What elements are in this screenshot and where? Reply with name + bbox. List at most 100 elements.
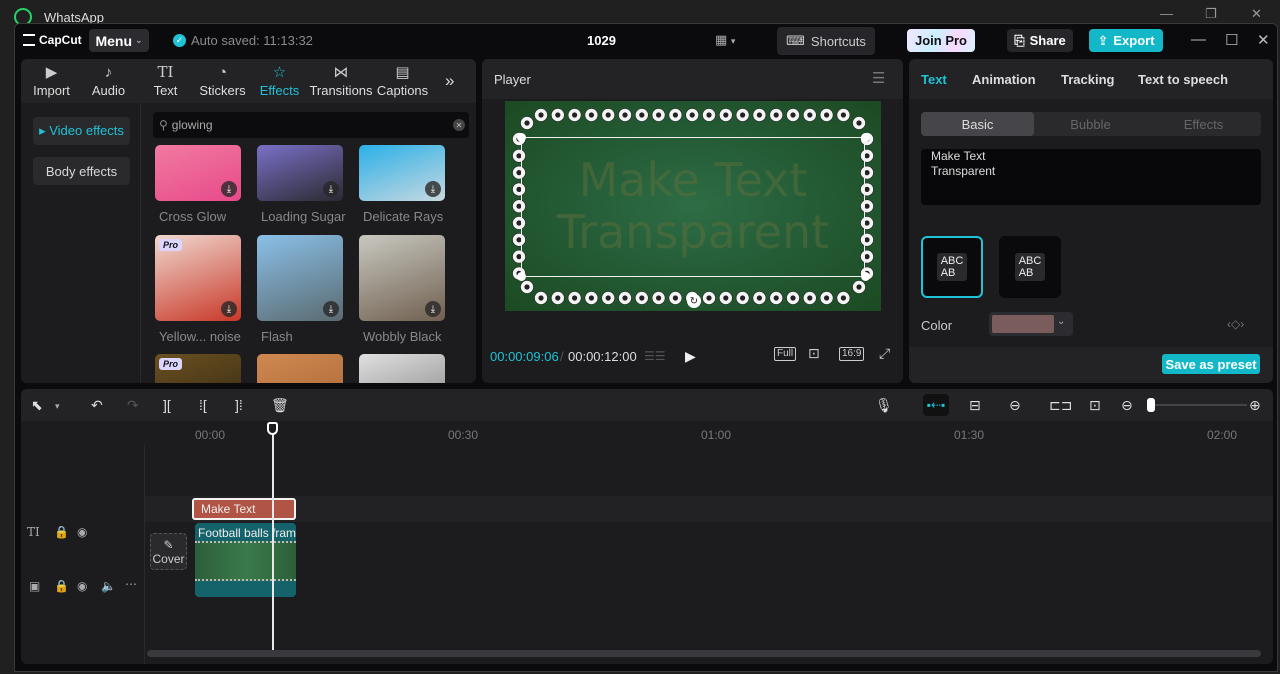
zoom-out-icon[interactable]: ⊖: [1121, 397, 1133, 414]
effect-thumbnail[interactable]: Pro ⤓: [155, 235, 241, 321]
waveform-icon[interactable]: ☰☰: [644, 349, 666, 363]
preview-canvas[interactable]: Make Text Transparent ↻: [505, 101, 881, 311]
split-view-icon[interactable]: ⊏⊐: [1049, 397, 1072, 414]
download-icon[interactable]: ⤓: [323, 181, 339, 197]
undo-icon[interactable]: ↶: [91, 397, 103, 414]
subtab-bubble[interactable]: Bubble: [1034, 112, 1147, 136]
timeline-scrollbar[interactable]: [147, 650, 1261, 657]
color-picker[interactable]: ⌄: [989, 312, 1073, 336]
zoom-slider-handle[interactable]: [1147, 398, 1155, 412]
resize-handle-br[interactable]: [861, 272, 870, 281]
os-minimize-icon[interactable]: —: [1160, 6, 1173, 21]
volume-icon[interactable]: 🔈: [101, 579, 116, 593]
redo-icon[interactable]: ↷: [127, 397, 139, 414]
subtab-effects[interactable]: Effects: [1147, 112, 1260, 136]
subtab-basic[interactable]: Basic: [921, 112, 1034, 136]
timeline-ruler[interactable]: 00:00 00:30 01:00 01:30 02:00: [21, 421, 1273, 445]
maximize-icon[interactable]: ☐: [1225, 31, 1238, 49]
resize-handle-tr[interactable]: [861, 133, 870, 142]
effect-thumbnail[interactable]: Pro: [155, 354, 241, 383]
tab-text[interactable]: Text: [921, 72, 947, 87]
text-style-card-2[interactable]: ABC AB: [999, 236, 1061, 298]
chevron-down-icon[interactable]: ▾: [55, 401, 60, 412]
capcut-logo-icon: [23, 34, 35, 46]
rotate-icon[interactable]: ↻: [687, 294, 701, 308]
more-options-icon[interactable]: ⋯: [125, 577, 137, 591]
app-name: CapCut: [39, 33, 82, 47]
fullscreen-icon[interactable]: ⤢: [879, 345, 890, 362]
lock-icon[interactable]: 🔒: [54, 525, 69, 539]
close-icon[interactable]: ✕: [1257, 31, 1270, 49]
save-as-preset-button[interactable]: Save as preset: [1162, 354, 1260, 374]
football-icon: [618, 108, 632, 122]
effect-thumbnail[interactable]: ⤓: [257, 235, 343, 321]
zoom-in-icon[interactable]: ⊕: [1249, 397, 1261, 414]
football-icon: [735, 108, 750, 122]
split-left-icon[interactable]: ⁞[: [199, 397, 207, 413]
effect-thumbnail[interactable]: [359, 354, 445, 383]
project-name[interactable]: 1029: [587, 33, 616, 48]
zoom-slider-track[interactable]: [1151, 404, 1247, 406]
shortcuts-button[interactable]: ⌨ Shortcuts: [777, 27, 875, 55]
magnet-snap-icon[interactable]: ▪⇠▪: [923, 394, 949, 416]
join-pro-button[interactable]: Join Pro: [907, 29, 975, 52]
media-panel: ▶ Import ♪ Audio TI Text ◔ Stickers ☆ Effects…: [21, 59, 476, 383]
tab-animation[interactable]: Animation: [972, 72, 1036, 87]
menu-button[interactable]: Menu ⌄: [89, 29, 149, 52]
download-icon[interactable]: ⤓: [221, 301, 237, 317]
effect-thumbnail[interactable]: ⤓: [359, 235, 445, 321]
resize-handle-bl[interactable]: [517, 272, 526, 281]
lock-icon[interactable]: 🔒: [54, 579, 69, 593]
cover-button[interactable]: ✎ Cover: [150, 533, 187, 570]
split-icon[interactable]: ][: [163, 397, 171, 413]
tab-text-to-speech[interactable]: Text to speech: [1138, 72, 1228, 87]
text-content-input[interactable]: Make Text Transparent: [921, 149, 1261, 205]
export-button[interactable]: ⇪ Export: [1089, 29, 1163, 52]
zoom-fit-icon[interactable]: ⊡: [808, 345, 820, 362]
download-icon[interactable]: ⤓: [323, 301, 339, 317]
download-icon[interactable]: ⤓: [221, 181, 237, 197]
video-clip[interactable]: Football balls frame: [195, 523, 296, 597]
os-restore-icon[interactable]: ❐: [1205, 6, 1217, 22]
minimize-icon[interactable]: —: [1191, 31, 1206, 48]
delete-icon[interactable]: 🗑: [271, 397, 289, 414]
text-clip[interactable]: Make Text: [192, 498, 296, 520]
share-button[interactable]: ⎘ Share: [1007, 29, 1073, 52]
effect-thumbnail[interactable]: ⤓: [359, 145, 445, 201]
microphone-icon[interactable]: 🎙: [875, 397, 893, 414]
link-icon[interactable]: ⊖: [1009, 397, 1021, 414]
keyframe-icon[interactable]: ‹◇›: [1227, 317, 1244, 331]
os-close-icon[interactable]: ✕: [1251, 6, 1262, 22]
tab-tracking[interactable]: Tracking: [1061, 72, 1114, 87]
resize-handle-tl[interactable]: [517, 133, 526, 142]
football-icon: [668, 291, 683, 305]
select-tool-icon[interactable]: ⬉: [31, 397, 43, 414]
eye-icon[interactable]: ◉: [77, 579, 87, 593]
time-separator: /: [560, 349, 564, 364]
football-icon: [584, 291, 599, 305]
linkage-icon[interactable]: ⊟: [969, 397, 981, 414]
layout-button[interactable]: ▦ ▾: [715, 32, 735, 48]
football-icon: [651, 108, 666, 122]
full-quality-button[interactable]: Full: [774, 347, 797, 361]
split-right-icon[interactable]: ]⁞: [235, 397, 243, 413]
video-clip-label: Football balls frame: [198, 526, 296, 540]
hamburger-menu-icon[interactable]: ☰: [872, 69, 885, 87]
titlebar: CapCut Menu ⌄ ✓ Auto saved: 11:13:32 102…: [15, 24, 1277, 58]
eye-icon[interactable]: ◉: [77, 525, 87, 539]
text-style-card-1[interactable]: ABC AB: [921, 236, 983, 298]
player-title: Player: [494, 72, 531, 87]
play-icon[interactable]: ▶: [685, 348, 696, 365]
preview-axis-icon[interactable]: ⊡: [1089, 397, 1101, 414]
download-icon[interactable]: ⤓: [425, 301, 441, 317]
effect-thumbnail[interactable]: ⤓: [155, 145, 241, 201]
download-icon[interactable]: ⤓: [425, 181, 441, 197]
text-selection-box[interactable]: [521, 137, 865, 277]
playhead[interactable]: [272, 423, 274, 653]
aspect-ratio-button[interactable]: 16:9: [839, 347, 865, 361]
edit-icon: ✎: [163, 537, 174, 552]
football-icon: [601, 108, 615, 122]
effect-thumbnail[interactable]: ⤓: [257, 145, 343, 201]
playhead-handle[interactable]: [267, 422, 278, 435]
effect-thumbnail[interactable]: [257, 354, 343, 383]
